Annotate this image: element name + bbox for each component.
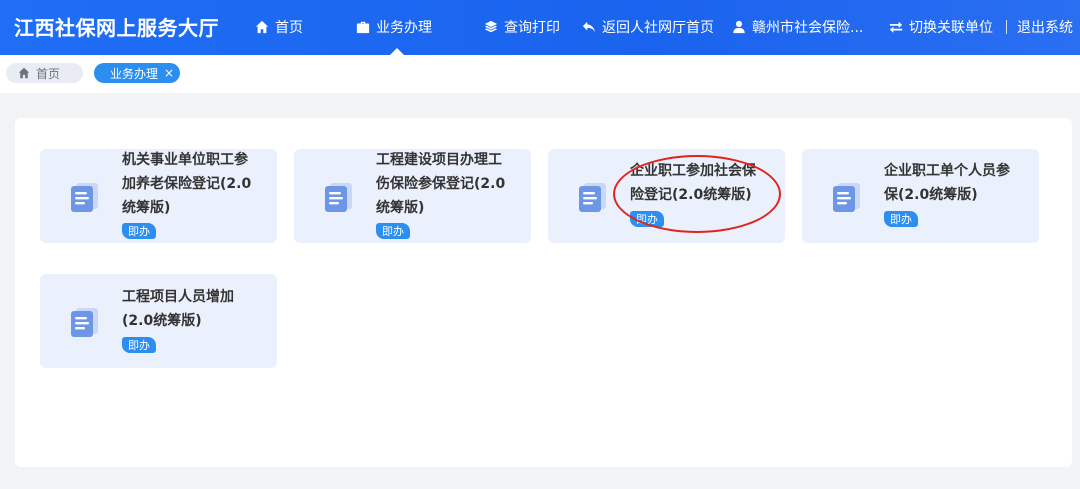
service-card[interactable]: 企业职工参加社会保 险登记(2.0统筹版) 即办 (548, 149, 785, 243)
nav-query-print[interactable]: 查询打印 (484, 17, 560, 37)
instant-badge: 即办 (376, 223, 410, 239)
document-icon (71, 308, 98, 337)
nav-business-label: 业务办理 (376, 20, 432, 36)
document-icon (833, 183, 860, 212)
nav-divider (1006, 20, 1007, 34)
tab-home[interactable]: 首页 (6, 63, 83, 83)
service-card[interactable]: 机关事业单位职工参 加养老保险登记(2.0 统筹版) 即办 (40, 149, 277, 243)
instant-badge: 即办 (884, 211, 918, 227)
nav-switch-unit[interactable]: 切换关联单位 (889, 17, 993, 37)
nav-current-unit[interactable]: 赣州市社会保险... (732, 17, 863, 37)
logout-label: 退出系统 (1017, 20, 1073, 36)
logout-link[interactable]: 退出系统 (1017, 17, 1073, 37)
tab-bar: 首页 业务办理 × (0, 55, 1080, 93)
document-icon (579, 183, 606, 212)
service-card[interactable]: 工程建设项目办理工 伤保险参保登记(2.0 统筹版) 即办 (294, 149, 531, 243)
user-icon (733, 20, 745, 34)
tab-close-icon[interactable]: × (164, 67, 174, 79)
card-title: 企业职工单个人员参 保(2.0统筹版) (884, 163, 1010, 203)
document-icon (325, 183, 352, 212)
card-title: 工程项目人员增加 (2.0统筹版) (122, 289, 234, 329)
card-title: 机关事业单位职工参 加养老保险登记(2.0 统筹版) (122, 152, 252, 216)
nav-current-unit-label: 赣州市社会保险... (752, 20, 864, 36)
home-icon (18, 67, 30, 79)
nav-query-print-label: 查询打印 (504, 20, 560, 36)
service-card[interactable]: 工程项目人员增加 (2.0统筹版) 即办 (40, 274, 277, 368)
instant-badge: 即办 (630, 211, 664, 227)
active-nav-indicator (390, 48, 404, 55)
layers-icon (484, 20, 498, 33)
nav-home[interactable]: 首页 (255, 17, 303, 37)
nav-switch-unit-label: 切换关联单位 (909, 20, 993, 36)
tab-business[interactable]: 业务办理 × (94, 63, 180, 83)
nav-home-label: 首页 (275, 20, 303, 36)
nav-business[interactable]: 业务办理 (356, 17, 432, 37)
service-card[interactable]: 企业职工单个人员参 保(2.0统筹版) 即办 (802, 149, 1039, 243)
top-navigation-bar: 江西社保网上服务大厅 首页 业务办理 查询打印 返回人社网厅首页 赣州市社会保险… (0, 0, 1080, 55)
instant-badge: 即办 (122, 337, 156, 353)
nav-return-portal-label: 返回人社网厅首页 (602, 20, 714, 36)
tab-home-label: 首页 (36, 66, 61, 81)
swap-icon (889, 21, 903, 33)
nav-return-portal[interactable]: 返回人社网厅首页 (582, 17, 714, 37)
card-title: 工程建设项目办理工 伤保险参保登记(2.0 统筹版) (376, 152, 506, 216)
home-icon (255, 20, 269, 34)
briefcase-icon (356, 21, 370, 34)
site-title: 江西社保网上服务大厅 (14, 16, 219, 40)
back-arrow-icon (582, 21, 596, 33)
tab-business-label: 业务办理 (110, 66, 159, 81)
document-icon (71, 183, 98, 212)
card-title: 企业职工参加社会保 险登记(2.0统筹版) (630, 163, 756, 203)
instant-badge: 即办 (122, 223, 156, 239)
